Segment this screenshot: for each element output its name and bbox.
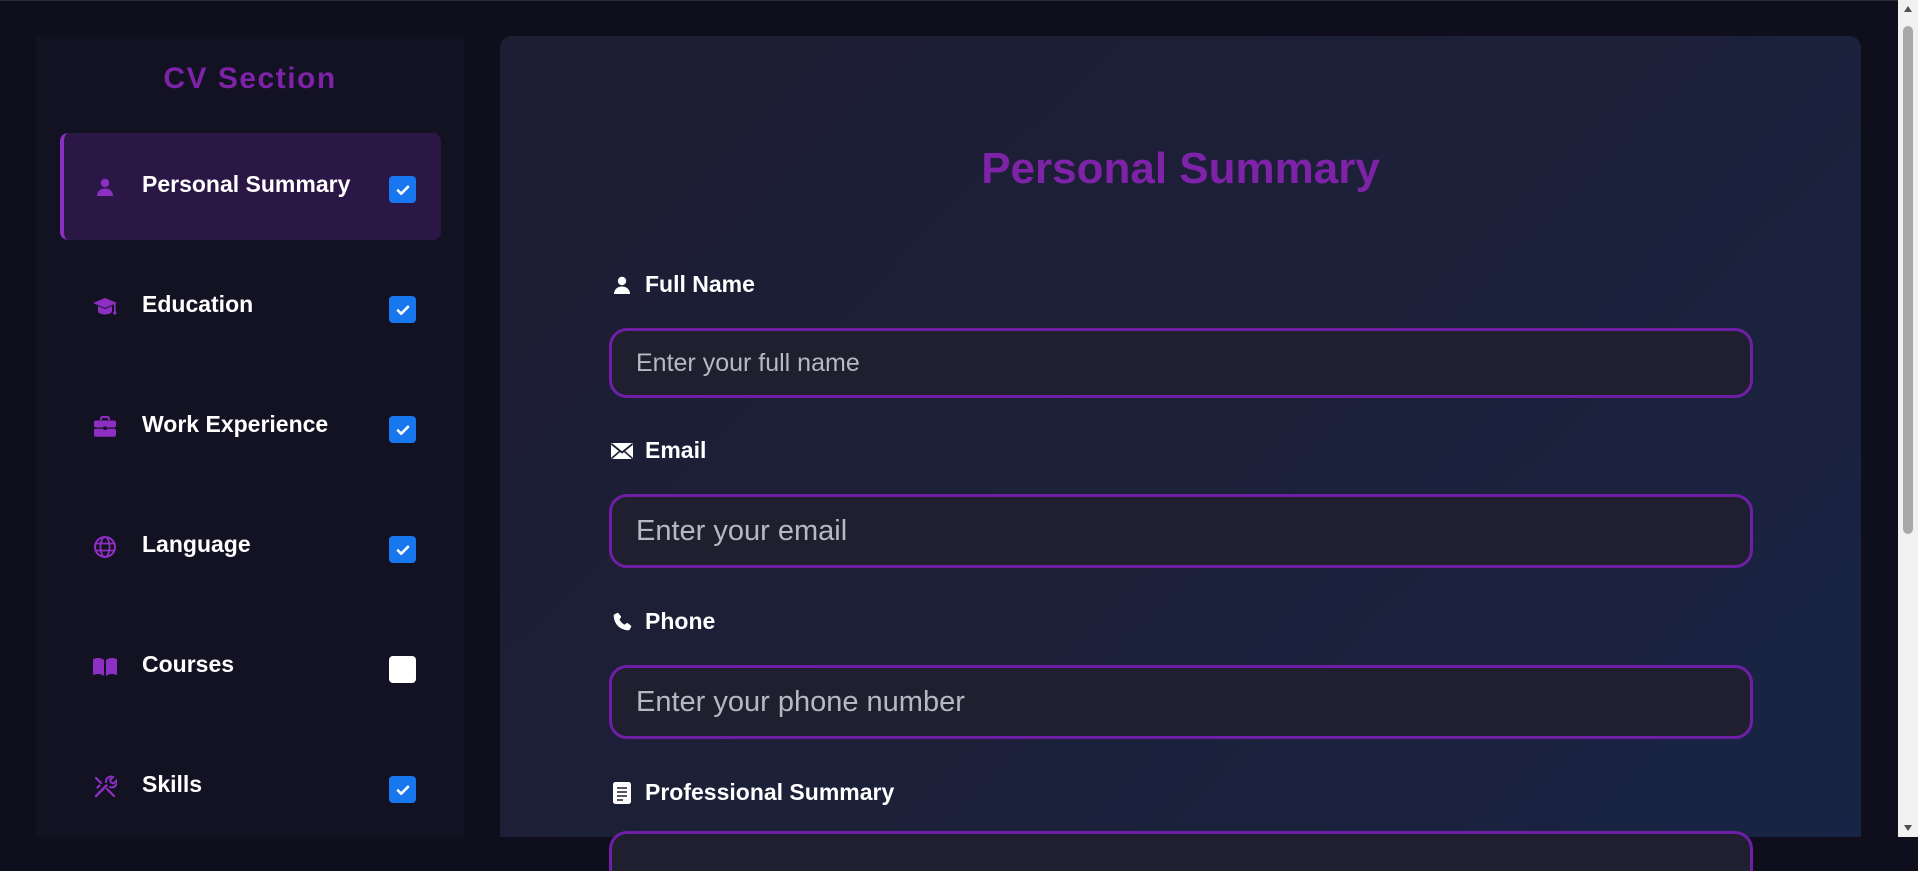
check-icon	[396, 545, 409, 555]
sidebar-item-courses[interactable]: Courses	[60, 613, 441, 720]
sidebar-item-checkbox[interactable]	[389, 776, 416, 803]
user-icon	[609, 272, 635, 298]
sidebar-item-label: Education	[142, 291, 254, 317]
sidebar-title: CV Section	[163, 62, 337, 95]
scroll-down-arrow-icon[interactable]	[1898, 819, 1918, 837]
main-panel: Personal Summary Full Name Email Phone	[500, 36, 1861, 871]
check-icon	[396, 425, 409, 435]
page: CV Section Personal Summary Education Wo…	[0, 0, 1898, 871]
sidebar-item-label: Work Experience	[142, 411, 329, 437]
check-icon	[396, 305, 409, 315]
sidebar-item-personal-summary[interactable]: Personal Summary	[60, 133, 441, 240]
sidebar-item-label: Skills	[142, 771, 203, 797]
briefcase-icon	[92, 414, 118, 440]
sidebar-item-checkbox[interactable]	[389, 536, 416, 563]
page-title: Personal Summary	[981, 144, 1380, 193]
book-icon	[92, 654, 118, 680]
email-label-text: Email	[645, 437, 707, 463]
full-name-label-text: Full Name	[645, 271, 755, 297]
sidebar-item-label: Courses	[142, 651, 235, 677]
sidebar-item-label: Language	[142, 531, 251, 557]
sidebar: CV Section Personal Summary Education Wo…	[36, 36, 464, 837]
check-icon	[396, 785, 409, 795]
full-name-label: Full Name	[609, 271, 755, 298]
phone-input[interactable]	[609, 665, 1753, 739]
email-label: Email	[609, 437, 706, 464]
phone-icon	[609, 609, 635, 635]
check-icon	[396, 185, 409, 195]
globe-icon	[92, 534, 118, 560]
phone-label-text: Phone	[645, 608, 716, 634]
user-icon	[92, 174, 118, 200]
graduation-cap-icon	[92, 294, 118, 320]
email-input[interactable]	[609, 494, 1753, 568]
phone-label: Phone	[609, 608, 715, 635]
top-divider	[0, 0, 1898, 1]
document-icon	[609, 780, 635, 806]
sidebar-item-work-experience[interactable]: Work Experience	[60, 373, 441, 480]
scroll-up-arrow-icon[interactable]	[1898, 0, 1918, 18]
sidebar-item-checkbox[interactable]	[389, 176, 416, 203]
sidebar-item-education[interactable]: Education	[60, 253, 441, 360]
envelope-icon	[609, 438, 635, 464]
sidebar-item-checkbox[interactable]	[389, 656, 416, 683]
sidebar-item-checkbox[interactable]	[389, 416, 416, 443]
sidebar-item-language[interactable]: Language	[60, 493, 441, 600]
sidebar-item-checkbox[interactable]	[389, 296, 416, 323]
tools-icon	[92, 774, 118, 800]
sidebar-item-label: Personal Summary	[142, 171, 351, 197]
vertical-scrollbar[interactable]	[1898, 0, 1918, 837]
full-name-input[interactable]	[609, 328, 1753, 398]
professional-summary-textarea[interactable]	[609, 831, 1753, 871]
scrollbar-thumb[interactable]	[1903, 26, 1913, 534]
professional-summary-label: Professional Summary	[609, 779, 894, 806]
sidebar-item-skills[interactable]: Skills	[60, 733, 441, 840]
professional-summary-label-text: Professional Summary	[645, 779, 895, 805]
